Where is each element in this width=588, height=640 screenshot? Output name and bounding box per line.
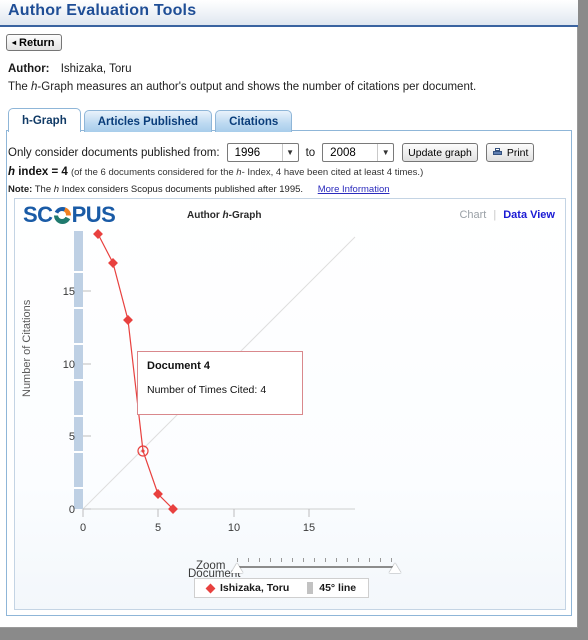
tooltip-cited-label: Number of Times Cited: [147,384,258,396]
chart-subtitle: Author h-Graph [187,210,261,221]
chart-legend: Ishizaka, Toru 45° line [194,578,370,598]
year-from-value: 1996 [234,146,261,159]
tab-articles-published[interactable]: Articles Published [83,110,213,132]
tab-articles-published-label: Articles Published [97,115,199,128]
chart-subtitle-post: -Graph [228,210,262,221]
data-point-tooltip: Document 4 Number of Times Cited: 4 [137,351,303,415]
year-to-select[interactable]: 2008 ▼ [322,143,395,162]
page-container: Author Evaluation Tools ◂ Return Author:… [0,0,578,628]
svg-text:15: 15 [63,286,75,298]
svg-text:5: 5 [155,522,161,534]
zoom-slider-ticks [233,558,399,563]
legend-item-reference[interactable]: 45° line [307,582,356,594]
update-graph-label: Update graph [408,146,472,159]
tab-bar: h-Graph Articles Published Citations [8,108,293,132]
h-index-line: h index = 4 (of the 6 documents consider… [8,166,423,178]
print-button[interactable]: Print [485,143,535,162]
view-divider: | [493,209,497,221]
svg-text:0: 0 [69,504,75,516]
gray-bar-icon [307,582,314,594]
description-pre: The [8,81,32,93]
year-from-select[interactable]: 1996 ▼ [226,143,299,162]
tab-h-graph-label: h-Graph [22,114,67,127]
return-button-label: Return [19,36,55,49]
h-index-label-post: index [15,166,49,178]
tooltip-cited-value: 4 [260,384,267,396]
zoom-slider-track [237,566,396,568]
page-header: Author Evaluation Tools [0,0,578,27]
h-index-equals: = [48,166,62,178]
more-information-link[interactable]: More Information [318,184,390,195]
view-switcher: Chart | Data View [459,209,555,221]
zoom-slider-handle-right[interactable] [389,563,402,573]
left-arrow-icon: ◂ [12,37,17,47]
author-line: Author: Ishizaka, Toru [8,63,131,75]
description-line: The h-Graph measures an author's output … [8,81,476,93]
zoom-slider-handle-left[interactable] [231,563,244,573]
view-chart-link[interactable]: Chart [459,209,486,221]
scopus-ring-icon [53,206,71,224]
svg-text:0: 0 [80,522,86,534]
filter-prompt: Only consider documents published from: [8,146,220,159]
legend-reference-label: 45° line [319,582,357,594]
zoom-label: Zoom [196,560,226,572]
scopus-logo-part1: SC [23,202,53,227]
svg-text:10: 10 [63,359,75,371]
tab-citations[interactable]: Citations [215,110,293,132]
author-name: Ishizaka, Toru [60,63,132,75]
tooltip-cited-row: Number of Times Cited: 4 [147,384,302,396]
filter-row: Only consider documents published from: … [8,143,535,162]
return-button[interactable]: ◂ Return [6,34,63,51]
year-to-value: 2008 [330,146,356,159]
screenshot-root: Author Evaluation Tools ◂ Return Author:… [0,0,588,640]
view-data-link[interactable]: Data View [503,209,555,221]
legend-item-series[interactable]: Ishizaka, Toru [205,582,290,594]
note-line: Note: The h Index considers Scopus docum… [8,184,390,195]
note-text-pre: The [34,184,54,195]
update-graph-button[interactable]: Update graph [402,143,478,162]
tooltip-title: Document 4 [147,360,210,372]
zoom-control: Zoom [196,558,402,574]
note-text-post: Index considers Scopus documents publish… [59,184,304,195]
h-index-label-pre: h [8,166,16,178]
note-label: Note: [8,184,33,195]
tab-citations-label: Citations [229,115,279,128]
print-label: Print [506,146,529,159]
chart-widget: SC PUS Author h-Graph Chart | Data View N… [14,198,566,610]
printer-icon [492,148,503,157]
tab-h-graph[interactable]: h-Graph [8,108,81,132]
h-index-detail-pre: (of the 6 documents considered for the [70,167,237,178]
scopus-logo-part2: PUS [71,202,116,227]
page-title: Author Evaluation Tools [8,2,197,19]
svg-text:15: 15 [303,522,315,534]
description-post: -Graph measures an author's output and s… [37,81,477,93]
to-label: to [305,146,316,159]
chevron-down-icon: ▼ [377,144,393,161]
diamond-marker-icon [205,583,216,593]
h-index-value: 4 [61,166,68,178]
zoom-slider[interactable] [231,558,402,574]
svg-text:10: 10 [228,522,240,534]
svg-text:5: 5 [69,431,75,443]
chevron-down-icon: ▼ [281,144,298,161]
h-index-detail-post: - Index, 4 have been cited at least 4 ti… [241,167,424,178]
author-label: Author: [8,63,50,75]
scopus-logo: SC PUS [23,202,116,227]
chart-subtitle-pre: Author [187,210,223,221]
legend-series-label: Ishizaka, Toru [220,582,290,594]
